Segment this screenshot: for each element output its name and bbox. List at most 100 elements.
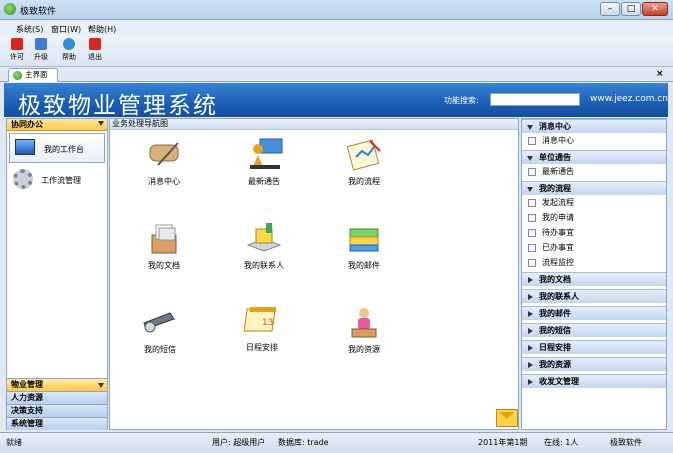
right-link-latest-notice[interactable]: 最新通告 bbox=[522, 164, 666, 179]
upgrade-button[interactable]: 升级 bbox=[30, 38, 52, 62]
nav-my-sms-label: 我的短信 bbox=[144, 345, 176, 354]
announcement-icon bbox=[244, 137, 284, 173]
right-group-my-resources[interactable]: 我的资源 bbox=[522, 357, 666, 371]
left-item-workbench[interactable]: 我的工作台 bbox=[9, 133, 105, 163]
nav-schedule-label: 日程安排 bbox=[246, 343, 278, 352]
menu-window[interactable]: 窗口(W) bbox=[51, 24, 81, 35]
calendar-icon: 13 bbox=[242, 303, 282, 339]
right-link-monitor[interactable]: 流程监控 bbox=[522, 255, 666, 270]
nav-message-center[interactable]: 消息中心 bbox=[124, 137, 204, 187]
tab-main-label: 主界面 bbox=[25, 70, 48, 79]
sms-icon bbox=[140, 305, 180, 341]
nav-my-contacts-label: 我的联系人 bbox=[244, 261, 284, 270]
website-url[interactable]: www.jeez.com.cn bbox=[590, 94, 668, 104]
function-search-input[interactable] bbox=[490, 93, 580, 106]
status-period: 2011年第1期 bbox=[478, 438, 528, 447]
help-button[interactable]: 帮助 bbox=[58, 38, 80, 62]
help-label: 帮助 bbox=[62, 53, 76, 61]
nav-my-resources[interactable]: 我的资源 bbox=[324, 305, 404, 355]
center-panel-title: 业务处理导航图 bbox=[110, 119, 518, 130]
tab-close-icon[interactable]: × bbox=[656, 69, 664, 79]
right-link-label: 流程监控 bbox=[542, 258, 574, 267]
chevron-down-icon bbox=[98, 383, 104, 388]
left-item-workflow-admin[interactable]: 工作流管理 bbox=[7, 165, 107, 195]
right-group-schedule[interactable]: 日程安排 bbox=[522, 340, 666, 354]
right-link-my-requests[interactable]: 我的申请 bbox=[522, 210, 666, 225]
window-title: 极致软件 bbox=[20, 7, 57, 17]
app-logo-icon bbox=[4, 3, 16, 15]
nav-my-mail-label: 我的邮件 bbox=[348, 261, 380, 270]
right-quicklinks-panel: 消息中心 消息中心 单位通告 最新通告 我的流程 发起流程 我的申请 待办事宜 … bbox=[521, 118, 667, 430]
right-group-my-workflow[interactable]: 我的流程 bbox=[522, 181, 666, 195]
menu-system[interactable]: 系统(S) bbox=[16, 24, 43, 35]
chevron-right-icon bbox=[528, 328, 533, 334]
license-button[interactable]: 许可 bbox=[6, 38, 28, 62]
left-section-property[interactable]: 物业管理 bbox=[7, 378, 107, 391]
right-link-message-center[interactable]: 消息中心 bbox=[522, 133, 666, 148]
workflow-icon bbox=[344, 137, 384, 173]
document-icon bbox=[528, 244, 536, 252]
right-link-label: 发起流程 bbox=[542, 198, 574, 207]
exit-icon bbox=[89, 38, 101, 50]
close-button[interactable]: ✕ bbox=[642, 2, 668, 16]
right-group-title: 收发文管理 bbox=[539, 377, 579, 386]
nav-my-sms[interactable]: 我的短信 bbox=[120, 305, 200, 355]
tab-strip: 主界面 × bbox=[0, 67, 673, 82]
chevron-down-icon bbox=[98, 121, 104, 126]
chevron-right-icon bbox=[528, 277, 533, 283]
chevron-right-icon bbox=[528, 311, 533, 317]
chevron-down-icon bbox=[527, 125, 533, 130]
nav-my-documents-label: 我的文档 bbox=[148, 261, 180, 270]
status-company: 极致软件 bbox=[610, 438, 642, 447]
left-item-workbench-label: 我的工作台 bbox=[44, 145, 84, 154]
right-group-my-documents[interactable]: 我的文档 bbox=[522, 272, 666, 286]
left-nav-panel: 协同办公 我的工作台 工作流管理 物业管理 人力资源 决策支持 系统管理 bbox=[6, 118, 108, 430]
right-group-my-contacts[interactable]: 我的联系人 bbox=[522, 289, 666, 303]
menu-help[interactable]: 帮助(H) bbox=[88, 24, 116, 35]
chevron-right-icon bbox=[528, 345, 533, 351]
right-link-start-workflow[interactable]: 发起流程 bbox=[522, 195, 666, 210]
right-group-my-sms[interactable]: 我的短信 bbox=[522, 323, 666, 337]
nav-my-workflow[interactable]: 我的流程 bbox=[324, 137, 404, 187]
minimize-button[interactable]: – bbox=[600, 2, 620, 16]
left-section-system-label: 系统管理 bbox=[11, 419, 43, 428]
left-item-workflow-admin-label: 工作流管理 bbox=[41, 176, 81, 185]
right-group-title: 我的资源 bbox=[539, 360, 571, 369]
left-section-system[interactable]: 系统管理 bbox=[7, 417, 107, 430]
nav-my-mail[interactable]: 我的邮件 bbox=[324, 221, 404, 271]
right-link-todo[interactable]: 待办事宜 bbox=[522, 225, 666, 240]
license-label: 许可 bbox=[10, 53, 24, 61]
right-group-message-center[interactable]: 消息中心 bbox=[522, 119, 666, 133]
right-group-doc-management[interactable]: 收发文管理 bbox=[522, 374, 666, 388]
nav-announcement[interactable]: 最新通告 bbox=[224, 137, 304, 187]
document-icon bbox=[528, 229, 536, 237]
document-icon bbox=[528, 199, 536, 207]
right-group-my-mail[interactable]: 我的邮件 bbox=[522, 306, 666, 320]
nav-my-documents[interactable]: 我的文档 bbox=[124, 221, 204, 271]
nav-schedule[interactable]: 13 日程安排 bbox=[222, 303, 302, 353]
nav-my-contacts[interactable]: 我的联系人 bbox=[224, 221, 304, 271]
message-center-icon bbox=[144, 137, 184, 173]
exit-button[interactable]: 退出 bbox=[84, 38, 106, 62]
home-icon bbox=[13, 71, 22, 80]
tab-main[interactable]: 主界面 bbox=[8, 68, 58, 82]
right-link-label: 我的申请 bbox=[542, 213, 574, 222]
left-section-decision[interactable]: 决策支持 bbox=[7, 404, 107, 417]
left-section-collab[interactable]: 协同办公 bbox=[7, 119, 107, 131]
maximize-button[interactable]: □ bbox=[621, 2, 641, 16]
left-section-hr[interactable]: 人力资源 bbox=[7, 391, 107, 404]
window-titlebar: 极致软件 – □ ✕ bbox=[0, 0, 673, 20]
right-link-done[interactable]: 已办事宜 bbox=[522, 240, 666, 255]
left-section-collab-label: 协同办公 bbox=[11, 120, 43, 129]
resources-icon bbox=[344, 305, 384, 341]
envelope-icon[interactable] bbox=[496, 409, 518, 427]
app-banner: 极致物业管理系统 功能搜索: www.jeez.com.cn bbox=[4, 83, 668, 119]
right-group-title: 我的文档 bbox=[539, 275, 571, 284]
document-icon bbox=[528, 259, 536, 267]
chevron-right-icon bbox=[528, 379, 533, 385]
right-group-unit-notice[interactable]: 单位通告 bbox=[522, 150, 666, 164]
nav-my-workflow-label: 我的流程 bbox=[348, 177, 380, 186]
status-bar: 就绪 用户: 超级用户 数据库: trade 2011年第1期 在线: 1人 极… bbox=[0, 432, 673, 453]
monitor-icon bbox=[15, 139, 35, 155]
exit-label: 退出 bbox=[88, 53, 102, 61]
